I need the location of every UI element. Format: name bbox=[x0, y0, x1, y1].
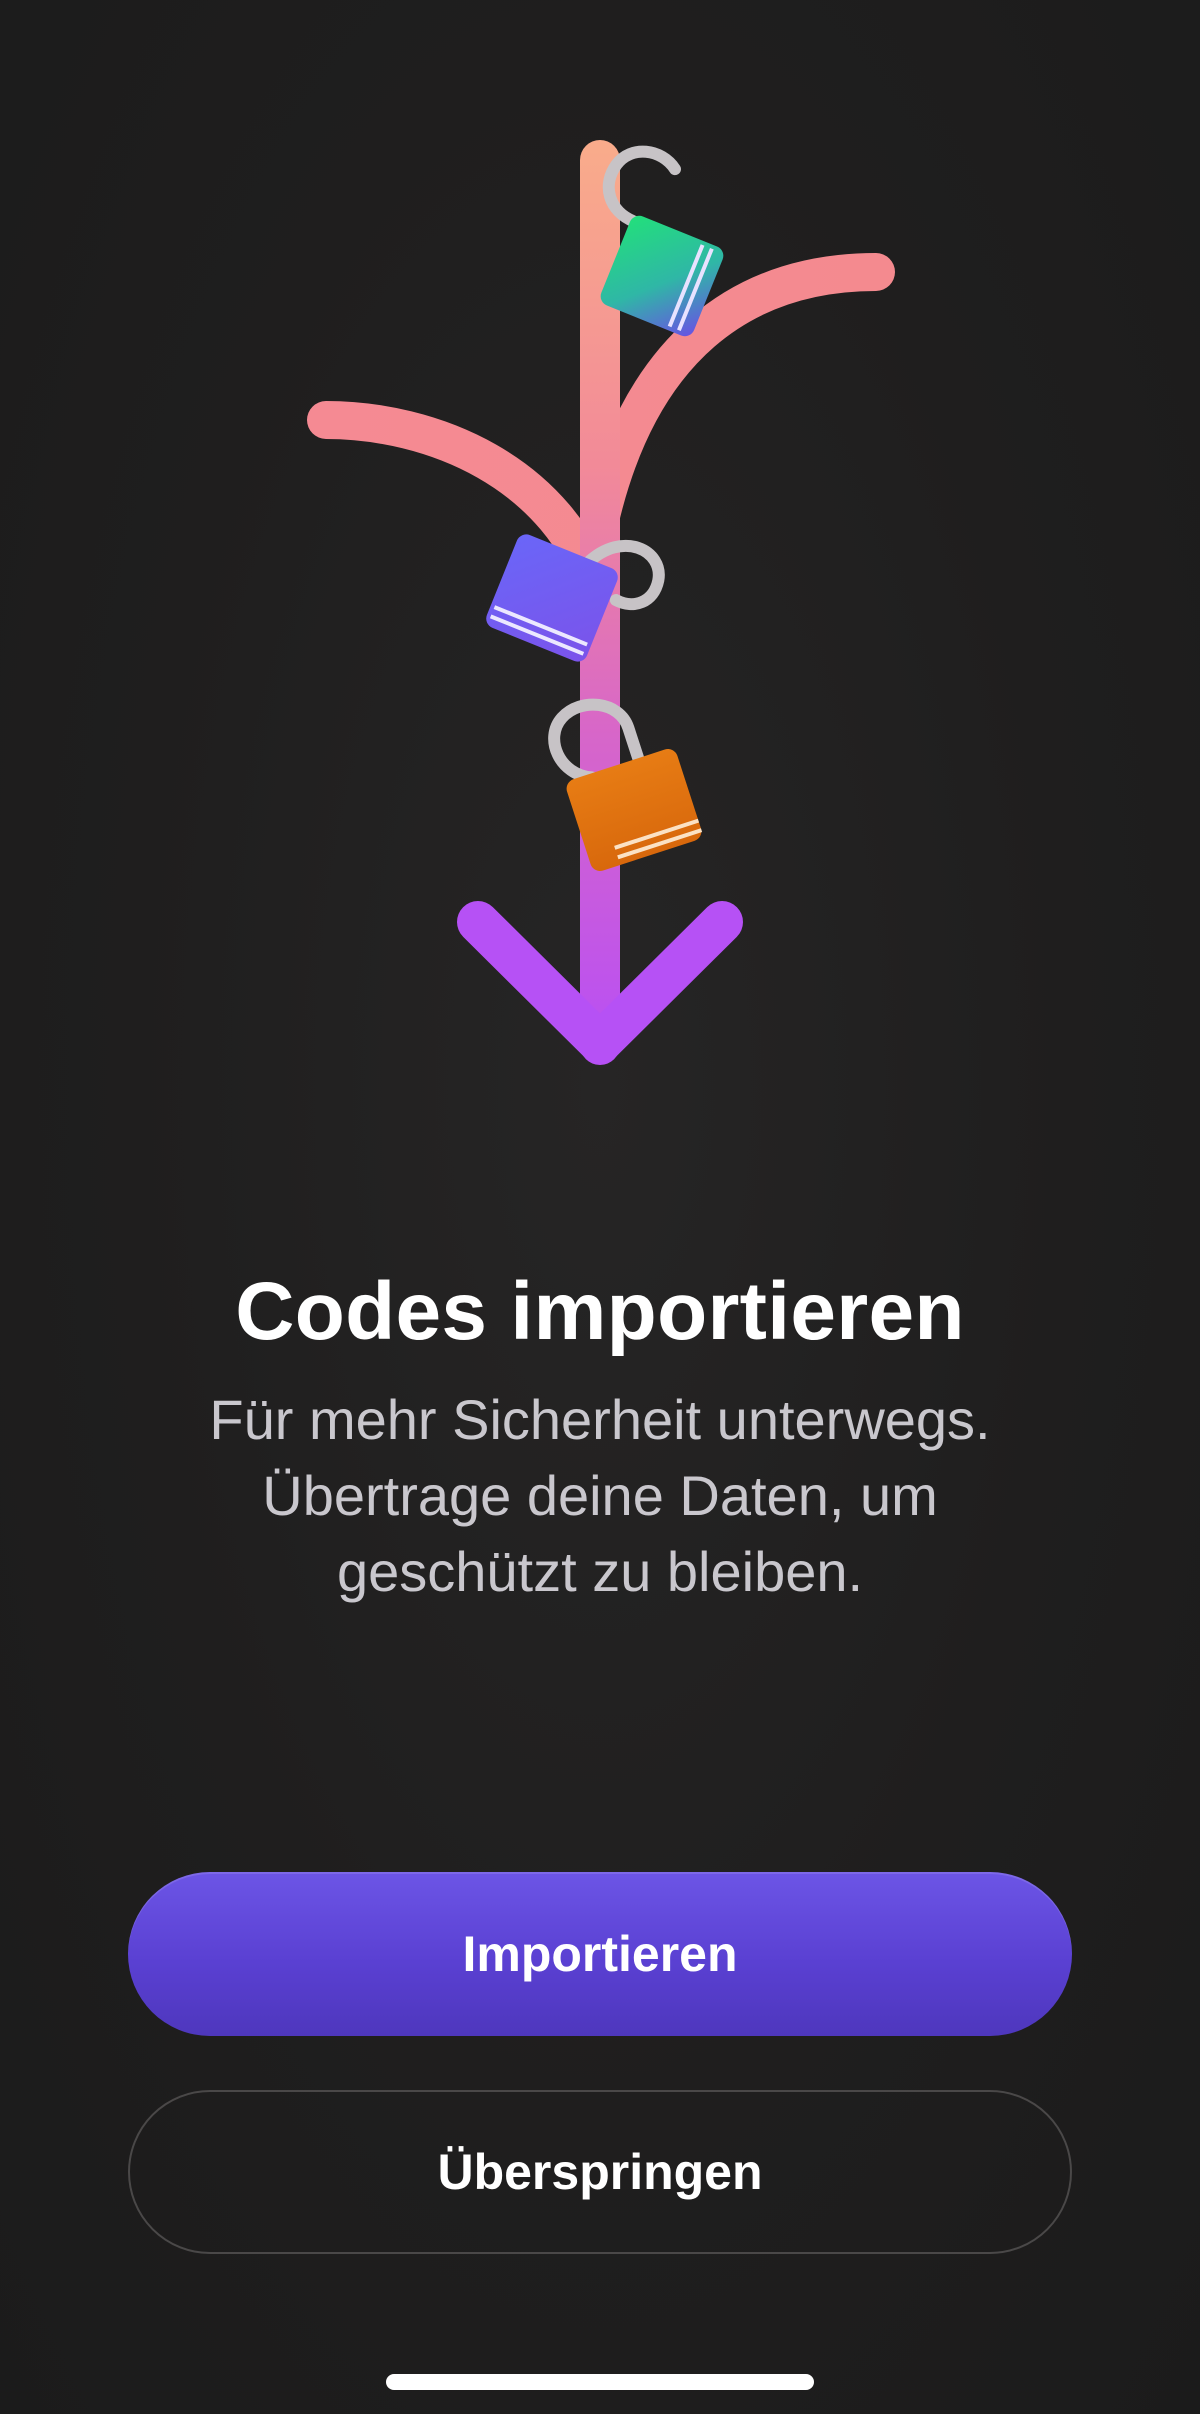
subtitle-line: Für mehr Sicherheit unterwegs. bbox=[209, 1388, 991, 1451]
import-illustration bbox=[307, 140, 895, 1065]
skip-button[interactable]: Überspringen bbox=[128, 2090, 1072, 2254]
page-title: Codes importieren bbox=[235, 1266, 965, 1357]
subtitle-line: Übertrage deine Daten, um bbox=[262, 1464, 938, 1527]
import-button-label: Importieren bbox=[462, 1926, 738, 1982]
page-subtitle: Für mehr Sicherheit unterwegs. Übertrage… bbox=[120, 1382, 1080, 1610]
import-button[interactable]: Importieren bbox=[128, 1872, 1072, 2036]
home-indicator[interactable] bbox=[386, 2374, 814, 2390]
skip-button-label: Überspringen bbox=[437, 2144, 763, 2200]
subtitle-line: geschützt zu bleiben. bbox=[336, 1540, 864, 1603]
padlock-orange-icon bbox=[548, 698, 703, 871]
